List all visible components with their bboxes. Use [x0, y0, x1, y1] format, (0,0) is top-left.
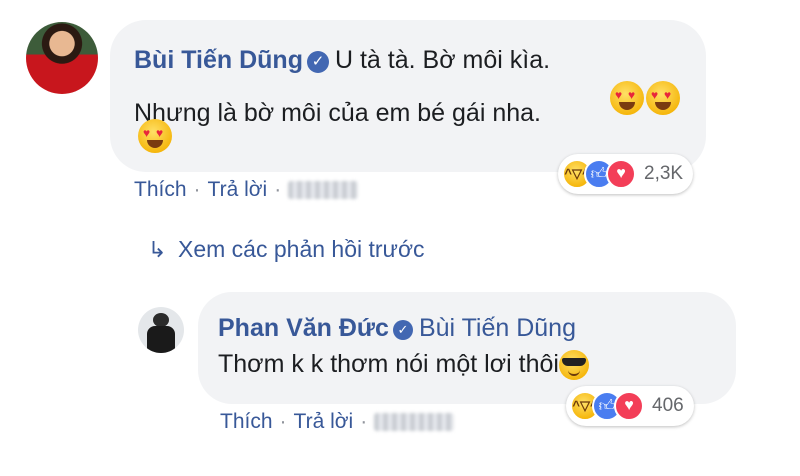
- view-previous-replies-label: Xem các phản hồi trước: [178, 236, 425, 262]
- avatar-bui-tien-dung[interactable]: [26, 22, 98, 94]
- comment-text-line2: Nhưng là bờ môi của em bé gái nha.: [134, 99, 541, 127]
- comment-bubble: Bùi Tiến Dũng ✓ U tà tà. Bờ môi kìa. Nhưng…: [110, 20, 706, 172]
- comment-text-line1: U tà tà. Bờ môi kìa.: [334, 46, 551, 74]
- separator: ·: [279, 410, 287, 433]
- separator: ·: [360, 410, 368, 433]
- reaction-count: 2,3K: [644, 163, 684, 184]
- reply-link[interactable]: Trả lời: [208, 178, 268, 201]
- separator: ·: [193, 178, 201, 201]
- comment-actions: Thích · Trả lời ·: [134, 178, 359, 202]
- heart-eyes-emoji: ♥ ♥: [138, 119, 172, 153]
- heart-eyes-emoji: ♥ ♥: [646, 81, 680, 115]
- love-icon: ♥: [614, 391, 644, 421]
- reply-arrow-icon: ↳: [148, 237, 167, 262]
- reply-link[interactable]: Trả lời: [294, 410, 354, 433]
- comment-author[interactable]: Bùi Tiến Dũng: [134, 46, 303, 74]
- sunglasses-emoji: [558, 350, 589, 381]
- heart-eyes-emoji: ♥ ♥: [610, 81, 644, 115]
- tagged-user-link[interactable]: Bùi Tiến Dũng: [419, 314, 576, 342]
- view-previous-replies[interactable]: ↳ Xem các phản hồi trước: [148, 236, 425, 263]
- blurred-timestamp: [374, 413, 455, 432]
- like-link[interactable]: Thích: [220, 410, 273, 433]
- verified-badge-icon: ✓: [306, 51, 329, 73]
- reaction-count: 406: [652, 395, 684, 416]
- reactions-summary[interactable]: ^▽^ 👍︎ ♥ 406: [566, 386, 694, 426]
- reply-text: Thơm k k thơm nói một lơi thôi: [218, 350, 559, 378]
- reply-author[interactable]: Phan Văn Đức: [218, 314, 389, 342]
- avatar-phan-van-duc[interactable]: [138, 307, 184, 353]
- reply-actions: Thích · Trả lời ·: [220, 410, 455, 434]
- love-icon: ♥: [606, 159, 636, 189]
- separator: ·: [274, 178, 282, 201]
- like-link[interactable]: Thích: [134, 178, 187, 201]
- reactions-summary[interactable]: ^▽^ 👍︎ ♥ 2,3K: [558, 154, 694, 194]
- verified-badge-icon: ✓: [392, 320, 413, 340]
- blurred-timestamp: [288, 181, 359, 200]
